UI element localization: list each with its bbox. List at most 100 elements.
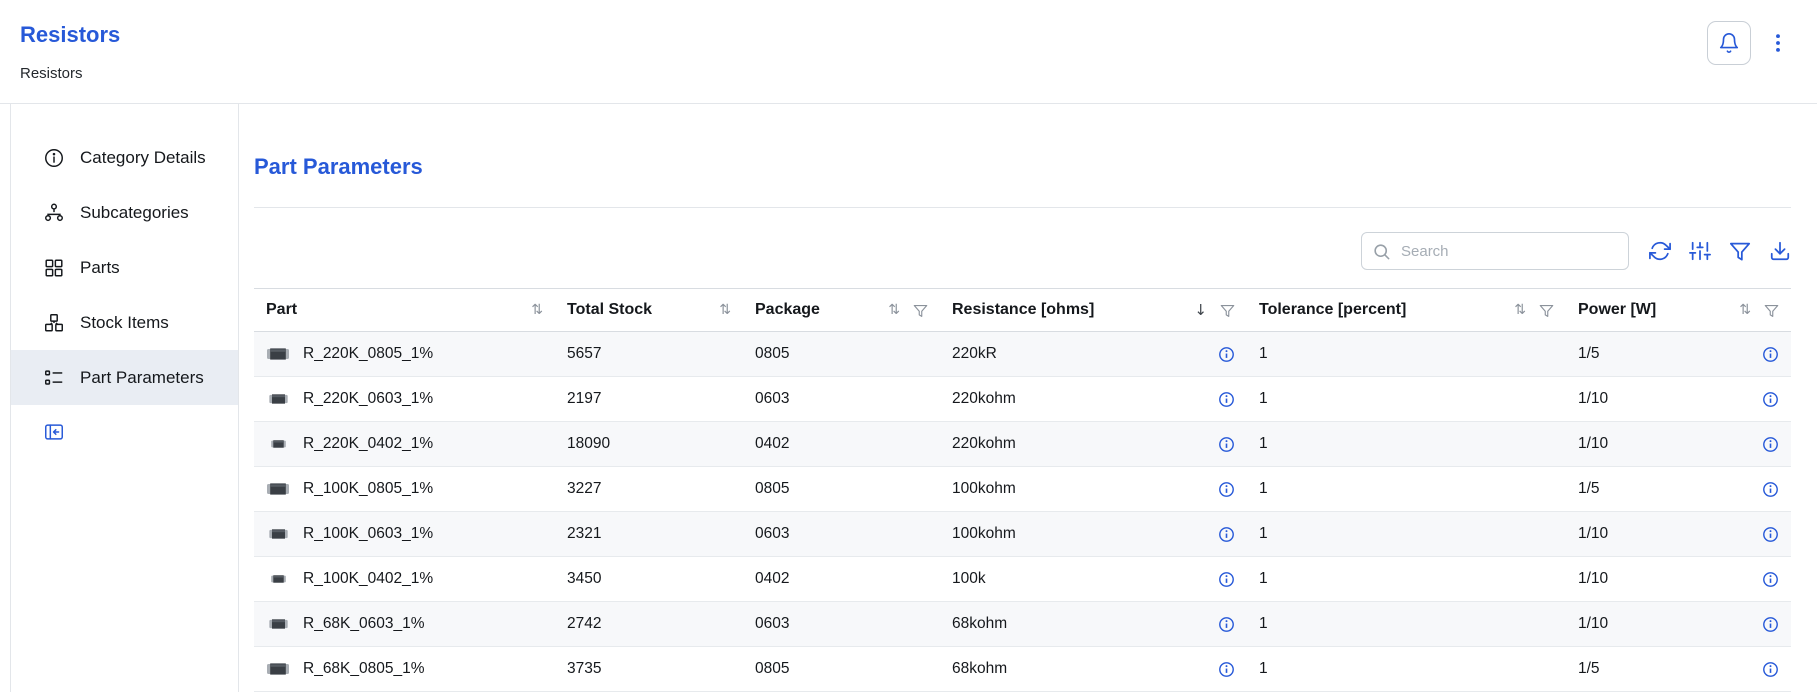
column-header[interactable]: Part ⇅ xyxy=(254,289,555,332)
resistance-value: 220kR xyxy=(952,345,997,363)
info-icon[interactable] xyxy=(1218,436,1235,453)
sidebar-item-category-details[interactable]: Category Details xyxy=(11,130,238,185)
package-cell: 0805 xyxy=(743,332,940,377)
package-cell: 0603 xyxy=(743,602,940,647)
power-cell: 1/10 xyxy=(1566,602,1791,647)
table-row[interactable]: R_100K_0402_1% 3450 0402 100k 1 1/10 xyxy=(254,557,1791,602)
info-icon[interactable] xyxy=(1218,391,1235,408)
column-label: Part xyxy=(266,301,297,319)
column-label: Power [W] xyxy=(1578,301,1656,319)
resistor-chip-icon xyxy=(266,529,290,539)
info-icon[interactable] xyxy=(1218,346,1235,363)
sidebar-item-subcategories[interactable]: Subcategories xyxy=(11,185,238,240)
notifications-button[interactable] xyxy=(1707,21,1751,65)
refresh-icon[interactable] xyxy=(1649,240,1671,262)
table-toolbar xyxy=(254,232,1791,270)
column-filter-icon[interactable] xyxy=(1539,303,1554,318)
kebab-menu-icon[interactable] xyxy=(1765,28,1791,58)
column-filter-icon[interactable] xyxy=(1764,303,1779,318)
info-icon[interactable] xyxy=(1218,571,1235,588)
column-header[interactable]: Package ⇅ xyxy=(743,289,940,332)
filter-icon[interactable] xyxy=(1729,240,1751,262)
page-title: Resistors xyxy=(20,22,120,48)
bell-icon xyxy=(1718,32,1740,54)
sliders-icon[interactable] xyxy=(1689,240,1711,262)
table-body: R_220K_0805_1% 5657 0805 220kR 1 1/5 xyxy=(254,332,1791,692)
hierarchy-icon xyxy=(43,202,65,224)
column-filter-icon[interactable] xyxy=(1220,303,1235,318)
package-cell: 0805 xyxy=(743,647,940,692)
table-header-row: Part ⇅ Total Stock ⇅ Package ⇅ xyxy=(254,289,1791,332)
resistor-chip-icon xyxy=(266,619,290,629)
resistance-value: 220kohm xyxy=(952,390,1016,408)
resistance-cell: 220kohm xyxy=(940,377,1247,422)
sort-icon[interactable]: ⇅ xyxy=(888,303,900,317)
tolerance-cell: 1 xyxy=(1247,512,1566,557)
info-icon[interactable] xyxy=(1762,661,1779,678)
tolerance-cell: 1 xyxy=(1247,377,1566,422)
tolerance-cell: 1 xyxy=(1247,422,1566,467)
info-icon[interactable] xyxy=(1762,436,1779,453)
part-cell: R_100K_0603_1% xyxy=(254,512,555,557)
info-icon[interactable] xyxy=(1218,526,1235,543)
column-header[interactable]: Tolerance [percent] ⇅ xyxy=(1247,289,1566,332)
info-icon[interactable] xyxy=(1762,526,1779,543)
column-header[interactable]: Power [W] ⇅ xyxy=(1566,289,1791,332)
tolerance-cell: 1 xyxy=(1247,557,1566,602)
sort-icon[interactable]: ⇅ xyxy=(1514,303,1526,317)
package-cell: 0805 xyxy=(743,467,940,512)
sort-icon[interactable]: ⇅ xyxy=(1739,303,1751,317)
sidebar-item-stock-items[interactable]: Stock Items xyxy=(11,295,238,350)
sidebar-item-label: Parts xyxy=(80,258,120,278)
table-row[interactable]: R_100K_0603_1% 2321 0603 100kohm 1 1/10 xyxy=(254,512,1791,557)
column-header[interactable]: Total Stock ⇅ xyxy=(555,289,743,332)
info-icon[interactable] xyxy=(1762,346,1779,363)
table-row[interactable]: R_220K_0402_1% 18090 0402 220kohm 1 1/10 xyxy=(254,422,1791,467)
info-icon[interactable] xyxy=(1218,481,1235,498)
info-icon[interactable] xyxy=(1218,661,1235,678)
resistance-value: 68kohm xyxy=(952,615,1007,633)
resistance-cell: 100k xyxy=(940,557,1247,602)
info-icon[interactable] xyxy=(1218,616,1235,633)
info-icon[interactable] xyxy=(1762,481,1779,498)
resistance-value: 68kohm xyxy=(952,660,1007,678)
total-stock-cell: 2742 xyxy=(555,602,743,647)
info-icon[interactable] xyxy=(1762,391,1779,408)
table-row[interactable]: R_220K_0603_1% 2197 0603 220kohm 1 1/10 xyxy=(254,377,1791,422)
part-name: R_100K_0805_1% xyxy=(303,480,433,498)
sort-icon[interactable]: ⇅ xyxy=(531,303,543,317)
resistance-cell: 100kohm xyxy=(940,512,1247,557)
table-row[interactable]: R_220K_0805_1% 5657 0805 220kR 1 1/5 xyxy=(254,332,1791,377)
collapse-panel-icon[interactable] xyxy=(43,421,65,443)
info-circle-icon xyxy=(43,147,65,169)
column-filter-icon[interactable] xyxy=(913,303,928,318)
power-value: 1/5 xyxy=(1578,660,1600,678)
table-row[interactable]: R_68K_0805_1% 3735 0805 68kohm 1 1/5 xyxy=(254,647,1791,692)
sidebar-item-part-parameters[interactable]: Part Parameters xyxy=(11,350,238,405)
power-cell: 1/5 xyxy=(1566,647,1791,692)
resistance-cell: 220kR xyxy=(940,332,1247,377)
info-icon[interactable] xyxy=(1762,616,1779,633)
part-name: R_220K_0603_1% xyxy=(303,390,433,408)
part-name: R_220K_0402_1% xyxy=(303,435,433,453)
resistor-chip-icon xyxy=(266,663,290,675)
column-label: Total Stock xyxy=(567,301,652,319)
part-cell: R_68K_0805_1% xyxy=(254,647,555,692)
header-title-block: Resistors Resistors xyxy=(20,16,120,82)
main-content: Part Parameters xyxy=(239,104,1817,692)
info-icon[interactable] xyxy=(1762,571,1779,588)
download-icon[interactable] xyxy=(1769,240,1791,262)
resistance-value: 100k xyxy=(952,570,986,588)
column-header[interactable]: Resistance [ohms] ↓ xyxy=(940,289,1247,332)
sidebar-item-label: Subcategories xyxy=(80,203,189,223)
sort-icon[interactable]: ↓ xyxy=(1194,303,1207,318)
table-row[interactable]: R_100K_0805_1% 3227 0805 100kohm 1 1/5 xyxy=(254,467,1791,512)
search-input[interactable] xyxy=(1399,242,1618,261)
search-box[interactable] xyxy=(1361,232,1629,270)
table-row[interactable]: R_68K_0603_1% 2742 0603 68kohm 1 1/10 xyxy=(254,602,1791,647)
part-name: R_68K_0603_1% xyxy=(303,615,425,633)
total-stock-cell: 2321 xyxy=(555,512,743,557)
sidebar-item-parts[interactable]: Parts xyxy=(11,240,238,295)
part-name: R_68K_0805_1% xyxy=(303,660,425,678)
sort-icon[interactable]: ⇅ xyxy=(719,303,731,317)
